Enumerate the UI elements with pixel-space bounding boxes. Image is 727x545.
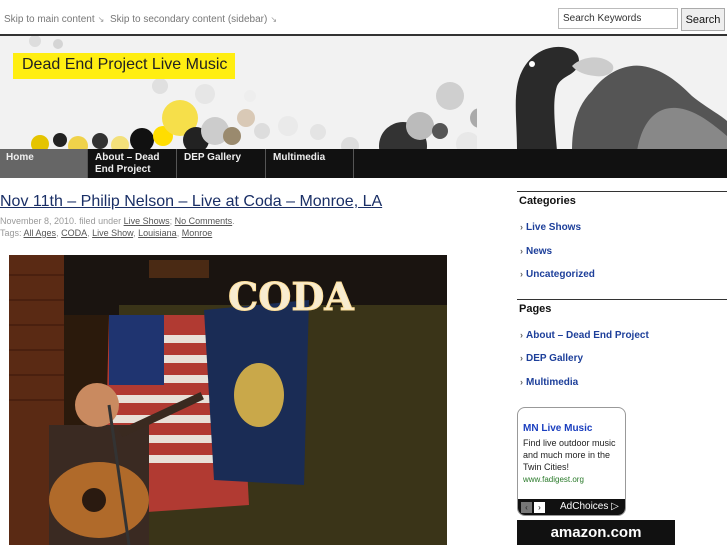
page-link-gallery[interactable]: › DEP Gallery [520,353,583,364]
tag-link[interactable]: All Ages [24,228,57,238]
arrow-icon: › [520,377,523,387]
post-title[interactable]: Nov 11th – Philip Nelson – Live at Coda … [0,193,382,211]
adchoices-label: AdChoices [560,501,609,512]
tag-link[interactable]: Live Show [92,228,133,238]
ad-body: Find live outdoor music and much more in… [523,438,616,472]
skip-to-main-link[interactable]: Skip to main content ↘ [4,14,104,25]
coda-sign: CODA [228,274,354,319]
search-button[interactable]: Search [681,8,725,31]
ad-prev-icon[interactable]: ‹ [521,502,532,513]
page-label: Multimedia [526,377,579,388]
category-news[interactable]: › News [520,246,552,257]
arrow-icon: › [520,246,523,256]
main-nav: Home About – Dead End Project DEP Galler… [0,149,727,178]
adchoices-link[interactable]: AdChoices ▷ [560,501,619,512]
coda-performance-image: CODA [9,255,447,545]
nav-item-multimedia[interactable]: Multimedia [267,149,354,178]
external-link-icon: ↘ [97,15,105,24]
comments-link[interactable]: No Comments [175,216,233,226]
category-link[interactable]: Live Shows [124,216,170,226]
skip-sidebar-label: Skip to secondary content (sidebar) [110,14,268,25]
ad-footer: ‹ › AdChoices ▷ [518,499,625,515]
nav-item-home[interactable]: Home [0,149,88,178]
page-link-about[interactable]: › About – Dead End Project [520,330,649,341]
tag-link[interactable]: Louisiana [138,228,177,238]
post-meta-line1: November 8, 2010. filed under Live Shows… [0,216,235,226]
post-tags: Tags: All Ages, CODA, Live Show, Louisia… [0,228,213,238]
skip-to-sidebar-link[interactable]: Skip to secondary content (sidebar) ↘ [110,14,277,25]
external-link-icon: ↘ [270,15,278,24]
page-label: About – Dead End Project [526,330,649,341]
category-uncategorized[interactable]: › Uncategorized [520,269,595,280]
category-live-shows[interactable]: › Live Shows [520,222,581,233]
arrow-icon: › [520,353,523,363]
post-photo: CODA [9,255,447,545]
page-label: DEP Gallery [526,353,584,364]
ad-next-icon[interactable]: › [534,502,545,513]
sidebar-divider [517,299,727,300]
amazon-banner[interactable]: amazon.com [517,520,675,545]
arrow-icon: › [520,330,523,340]
top-bar: Skip to main content ↘ Skip to secondary … [0,0,727,33]
site-title[interactable]: Dead End Project Live Music [13,53,236,79]
search-input[interactable] [558,8,678,29]
camels-image [477,36,727,149]
sidebar-divider [517,191,727,192]
nav-item-gallery[interactable]: DEP Gallery [178,149,266,178]
site-header: Dead End Project Live Music [0,34,727,149]
category-label: Uncategorized [526,269,595,280]
category-label: News [526,246,553,257]
categories-heading: Categories [519,195,576,207]
ad-url[interactable]: www.fadigest.org [523,475,584,484]
ad-unit[interactable]: MN Live Music Find live outdoor music an… [517,407,626,516]
nav-item-about[interactable]: About – Dead End Project [89,149,177,178]
skip-main-label: Skip to main content [4,14,95,25]
category-label: Live Shows [526,222,582,233]
tag-link[interactable]: Monroe [182,228,213,238]
tags-label: Tags: [0,228,22,238]
adchoices-icon: ▷ [611,501,619,512]
post-date: November 8, 2010. [0,216,77,226]
filed-under-text: filed under [79,216,122,226]
arrow-icon: › [520,269,523,279]
pages-heading: Pages [519,303,552,315]
post-meta: November 8, 2010. filed under Live Shows… [0,215,235,239]
tag-link[interactable]: CODA [61,228,87,238]
page-link-multimedia[interactable]: › Multimedia [520,377,578,388]
arrow-icon: › [520,222,523,232]
ad-title[interactable]: MN Live Music [523,423,592,434]
